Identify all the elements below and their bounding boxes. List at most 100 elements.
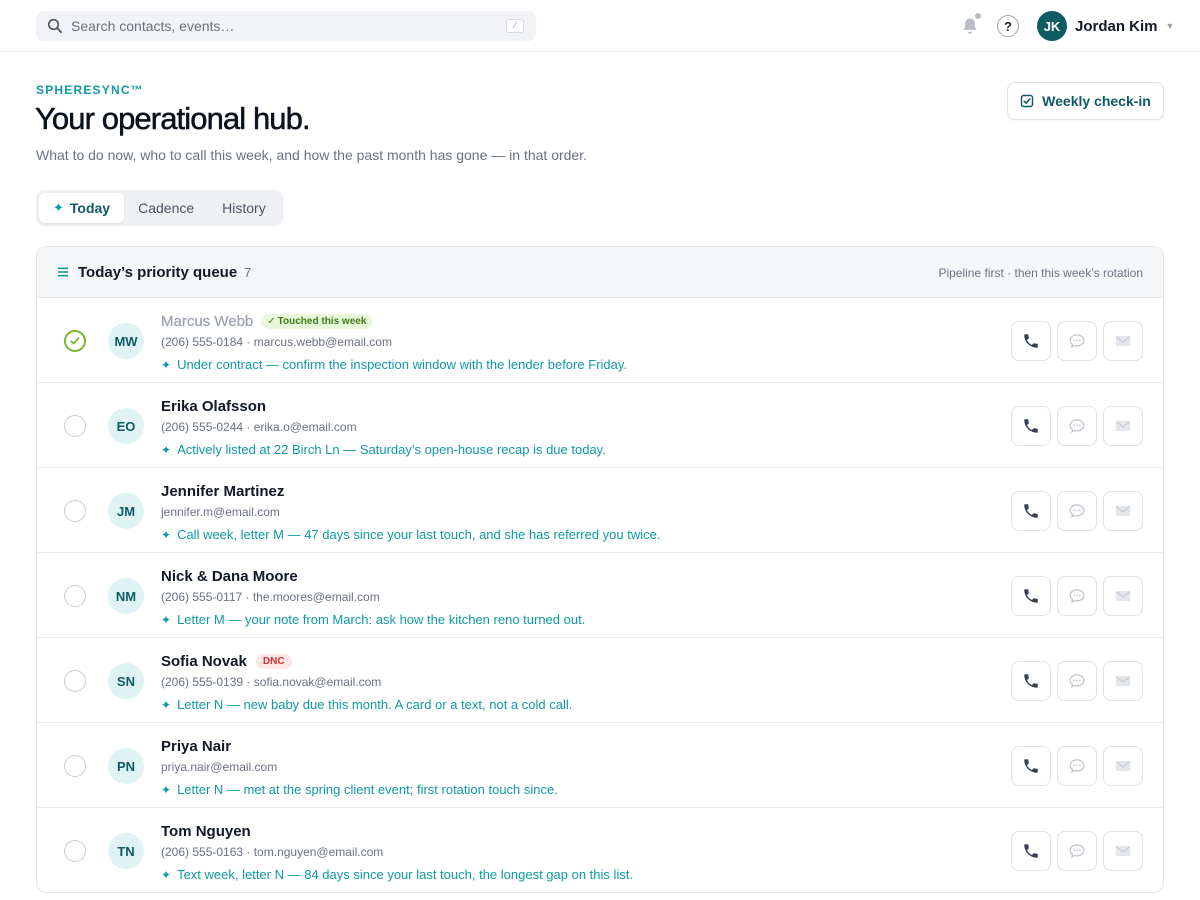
sparkle-icon: ✦ (161, 358, 172, 372)
complete-checkbox[interactable] (64, 585, 86, 607)
queue-list: MW Marcus Webb ✓ Touched this week (206) … (37, 298, 1163, 892)
name-line: Tom Nguyen (161, 823, 981, 840)
contact-note: ✦ Actively listed at 22 Birch Ln — Saturd… (161, 442, 981, 457)
contact-name[interactable]: Priya Nair (161, 738, 231, 755)
queue-row: MW Marcus Webb ✓ Touched this week (206) … (37, 298, 1163, 383)
text-button[interactable] (1057, 321, 1097, 361)
text-button[interactable] (1057, 491, 1097, 531)
mail-icon (1115, 506, 1131, 516)
sparkle-icon: ✦ (161, 868, 172, 882)
mail-icon (1115, 676, 1131, 686)
contact-details: priya.nair@email.com (161, 760, 278, 774)
page-subtitle: What to do now, who to call this week, a… (36, 147, 587, 163)
complete-checkbox[interactable] (64, 415, 86, 437)
call-button[interactable] (1011, 576, 1051, 616)
contact-name[interactable]: Nick & Dana Moore (161, 568, 298, 585)
contact-info: Nick & Dana Moore (206) 555-0117 · the.m… (161, 568, 981, 627)
row-actions (1011, 576, 1143, 616)
email-button[interactable] (1103, 321, 1143, 361)
tab-label: History (222, 200, 266, 216)
notifications-button[interactable] (959, 13, 981, 37)
contact-details: (206) 555-0163 · tom.nguyen@email.com (161, 845, 384, 859)
dnc-badge: DNC (255, 654, 292, 669)
note-text: Letter M — your note from March: ask how… (177, 612, 586, 627)
sparkle-icon: ✦ (161, 783, 172, 797)
row-actions (1011, 491, 1143, 531)
message-icon (1069, 759, 1085, 774)
text-button[interactable] (1057, 746, 1097, 786)
complete-checkbox[interactable] (64, 330, 86, 352)
tab-history[interactable]: History (208, 193, 280, 223)
checklist-icon (1020, 94, 1034, 108)
tab-today[interactable]: ✦ Today (39, 193, 125, 223)
sparkle-icon: ✦ (161, 698, 172, 712)
view-tabs: ✦ Today Cadence History (36, 190, 283, 226)
contact-info: Marcus Webb ✓ Touched this week (206) 555… (161, 313, 981, 372)
call-button[interactable] (1011, 661, 1051, 701)
search-input[interactable] (71, 18, 506, 34)
queue-row: TN Tom Nguyen (206) 555-0163 · tom.nguye… (37, 808, 1163, 892)
call-button[interactable] (1011, 491, 1051, 531)
sparkle-icon: ✦ (161, 443, 172, 457)
page-title: Your operational hub. (35, 101, 311, 137)
contact-name[interactable]: Sofia Novak (161, 653, 247, 670)
complete-checkbox[interactable] (64, 755, 86, 777)
message-icon (1069, 419, 1085, 434)
email-button[interactable] (1103, 491, 1143, 531)
complete-checkbox[interactable] (64, 500, 86, 522)
row-actions (1011, 831, 1143, 871)
call-button[interactable] (1011, 831, 1051, 871)
sparkle-icon: ✦ (161, 613, 172, 627)
contact-info: Jennifer Martinez jennifer.m@email.com ✦… (161, 483, 981, 542)
call-button[interactable] (1011, 746, 1051, 786)
brand-label: SPHERESYNC™ (36, 83, 144, 97)
contact-name[interactable]: Jennifer Martinez (161, 483, 284, 500)
row-actions (1011, 406, 1143, 446)
contact-info: Sofia Novak DNC (206) 555-0139 · sofia.n… (161, 653, 981, 712)
call-button[interactable] (1011, 321, 1051, 361)
contact-name[interactable]: Tom Nguyen (161, 823, 251, 840)
user-name: Jordan Kim (1075, 17, 1158, 35)
mail-icon (1115, 591, 1131, 601)
user-menu[interactable]: JK Jordan Kim ▼ (1037, 11, 1174, 41)
contact-name[interactable]: Erika Olafsson (161, 398, 266, 415)
name-line: Sofia Novak DNC (161, 653, 981, 670)
contact-name[interactable]: Marcus Webb (161, 313, 253, 330)
email-button[interactable] (1103, 746, 1143, 786)
contact-avatar: JM (108, 493, 144, 529)
complete-checkbox[interactable] (64, 840, 86, 862)
text-button[interactable] (1057, 661, 1097, 701)
contact-avatar: MW (108, 323, 144, 359)
weekly-checkin-button[interactable]: Weekly check-in (1007, 82, 1164, 120)
contact-details: jennifer.m@email.com (161, 505, 280, 519)
list-icon (58, 267, 68, 277)
email-button[interactable] (1103, 661, 1143, 701)
text-button[interactable] (1057, 406, 1097, 446)
contact-details: (206) 555-0184 · marcus.webb@email.com (161, 335, 392, 349)
email-button[interactable] (1103, 831, 1143, 871)
search-bar[interactable]: / (36, 11, 536, 41)
contact-details: (206) 555-0244 · erika.o@email.com (161, 420, 357, 434)
contact-note: ✦ Call week, letter M — 47 days since you… (161, 527, 981, 542)
name-line: Jennifer Martinez (161, 483, 981, 500)
note-text: Letter N — met at the spring client even… (177, 782, 558, 797)
call-button[interactable] (1011, 406, 1051, 446)
message-icon (1069, 844, 1085, 859)
sparkle-icon: ✦ (53, 200, 64, 215)
search-icon (47, 18, 63, 34)
tab-cadence[interactable]: Cadence (124, 193, 208, 223)
phone-icon (1024, 419, 1038, 433)
note-text: Under contract — confirm the inspection … (177, 357, 627, 372)
help-button[interactable]: ? (997, 15, 1019, 37)
email-button[interactable] (1103, 576, 1143, 616)
message-icon (1069, 504, 1085, 519)
notification-dot (975, 13, 981, 19)
text-button[interactable] (1057, 831, 1097, 871)
email-button[interactable] (1103, 406, 1143, 446)
mail-icon (1115, 421, 1131, 431)
text-button[interactable] (1057, 576, 1097, 616)
phone-icon (1024, 844, 1038, 858)
phone-icon (1024, 589, 1038, 603)
message-icon (1069, 589, 1085, 604)
complete-checkbox[interactable] (64, 670, 86, 692)
